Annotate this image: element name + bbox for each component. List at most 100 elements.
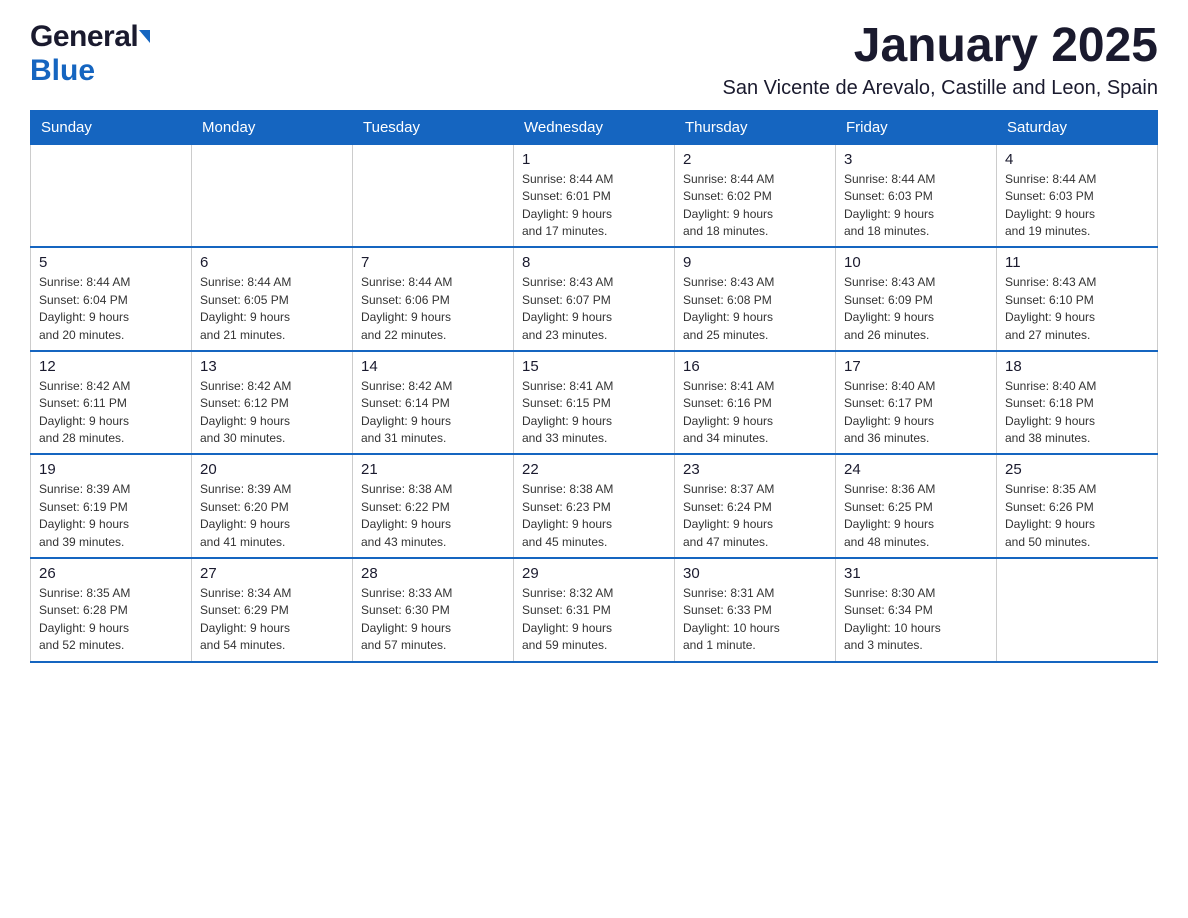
calendar-cell-w2-d7: 11Sunrise: 8:43 AMSunset: 6:10 PMDayligh… bbox=[997, 247, 1158, 351]
day-number: 11 bbox=[1005, 254, 1149, 271]
day-number: 9 bbox=[683, 254, 827, 271]
header-tuesday: Tuesday bbox=[353, 110, 514, 144]
day-info: Sunrise: 8:38 AMSunset: 6:22 PMDaylight:… bbox=[361, 481, 505, 551]
calendar-cell-w4-d1: 19 Sunrise: 8:39 AMSunset: 6:19 PMDayligh… bbox=[31, 454, 192, 558]
header-monday: Monday bbox=[192, 110, 353, 144]
day-number: 5 bbox=[39, 254, 183, 271]
day-number: 27 bbox=[200, 565, 344, 582]
day-info: Sunrise: 8:37 AMSunset: 6:24 PMDaylight:… bbox=[683, 481, 827, 551]
header-friday: Friday bbox=[836, 110, 997, 144]
calendar-cell-w5-d6: 31 Sunrise: 8:30 AMSunset: 6:34 PMDayligh… bbox=[836, 558, 997, 662]
day-number: 20 bbox=[200, 461, 344, 478]
calendar-cell-w2-d1: 5 Sunrise: 8:44 AMSunset: 6:04 PMDaylight… bbox=[31, 247, 192, 351]
day-info: Sunrise: 8:40 AMSunset: 6:18 PMDaylight:… bbox=[1005, 378, 1149, 448]
day-number: 6 bbox=[200, 254, 344, 271]
calendar-cell-w2-d3: 7 Sunrise: 8:44 AMSunset: 6:06 PMDaylight… bbox=[353, 247, 514, 351]
calendar-cell-w5-d2: 27 Sunrise: 8:34 AMSunset: 6:29 PMDayligh… bbox=[192, 558, 353, 662]
day-info: Sunrise: 8:38 AMSunset: 6:23 PMDaylight:… bbox=[522, 481, 666, 551]
day-number: 14 bbox=[361, 358, 505, 375]
day-info: Sunrise: 8:43 AMSunset: 6:07 PMDaylight:… bbox=[522, 274, 666, 344]
day-number: 12 bbox=[39, 358, 183, 375]
week-row-4: 19 Sunrise: 8:39 AMSunset: 6:19 PMDayligh… bbox=[31, 454, 1158, 558]
logo-blue-text: Blue bbox=[30, 54, 95, 88]
header-saturday: Saturday bbox=[997, 110, 1158, 144]
day-number: 31 bbox=[844, 565, 988, 582]
calendar-cell-w1-d3 bbox=[353, 144, 514, 247]
day-info: Sunrise: 8:42 AMSunset: 6:11 PMDaylight:… bbox=[39, 378, 183, 448]
day-info: Sunrise: 8:44 AMSunset: 6:01 PMDaylight:… bbox=[522, 171, 666, 241]
logo: General Blue bbox=[30, 20, 150, 88]
day-number: 18 bbox=[1005, 358, 1149, 375]
week-row-3: 12 Sunrise: 8:42 AMSunset: 6:11 PMDayligh… bbox=[31, 351, 1158, 455]
day-number: 25 bbox=[1005, 461, 1149, 478]
day-info: Sunrise: 8:40 AMSunset: 6:17 PMDaylight:… bbox=[844, 378, 988, 448]
day-info: Sunrise: 8:43 AMSunset: 6:08 PMDaylight:… bbox=[683, 274, 827, 344]
day-info: Sunrise: 8:44 AMSunset: 6:03 PMDaylight:… bbox=[1005, 171, 1149, 241]
day-number: 23 bbox=[683, 461, 827, 478]
calendar-cell-w1-d1 bbox=[31, 144, 192, 247]
calendar-cell-w2-d2: 6 Sunrise: 8:44 AMSunset: 6:05 PMDaylight… bbox=[192, 247, 353, 351]
day-info: Sunrise: 8:44 AMSunset: 6:06 PMDaylight:… bbox=[361, 274, 505, 344]
month-title: January 2025 bbox=[723, 20, 1159, 73]
calendar-cell-w5-d5: 30 Sunrise: 8:31 AMSunset: 6:33 PMDayligh… bbox=[675, 558, 836, 662]
week-row-2: 5 Sunrise: 8:44 AMSunset: 6:04 PMDaylight… bbox=[31, 247, 1158, 351]
day-info: Sunrise: 8:42 AMSunset: 6:14 PMDaylight:… bbox=[361, 378, 505, 448]
calendar-cell-w5-d4: 29 Sunrise: 8:32 AMSunset: 6:31 PMDayligh… bbox=[514, 558, 675, 662]
day-number: 13 bbox=[200, 358, 344, 375]
calendar-header: SundayMondayTuesdayWednesdayThursdayFrid… bbox=[31, 110, 1158, 144]
calendar-cell-w5-d1: 26 Sunrise: 8:35 AMSunset: 6:28 PMDayligh… bbox=[31, 558, 192, 662]
logo-arrow-icon bbox=[139, 30, 150, 43]
calendar-cell-w1-d5: 2 Sunrise: 8:44 AMSunset: 6:02 PMDaylight… bbox=[675, 144, 836, 247]
calendar-cell-w3-d5: 16 Sunrise: 8:41 AMSunset: 6:16 PMDayligh… bbox=[675, 351, 836, 455]
day-info: Sunrise: 8:43 AMSunset: 6:09 PMDaylight:… bbox=[844, 274, 988, 344]
calendar-cell-w1-d4: 1 Sunrise: 8:44 AMSunset: 6:01 PMDaylight… bbox=[514, 144, 675, 247]
day-info: Sunrise: 8:39 AMSunset: 6:19 PMDaylight:… bbox=[39, 481, 183, 551]
day-number: 22 bbox=[522, 461, 666, 478]
day-number: 7 bbox=[361, 254, 505, 271]
day-number: 10 bbox=[844, 254, 988, 271]
day-info: Sunrise: 8:44 AMSunset: 6:02 PMDaylight:… bbox=[683, 171, 827, 241]
week-row-5: 26 Sunrise: 8:35 AMSunset: 6:28 PMDayligh… bbox=[31, 558, 1158, 662]
day-info: Sunrise: 8:32 AMSunset: 6:31 PMDaylight:… bbox=[522, 585, 666, 655]
page-header: General Blue January 2025 San Vicente de… bbox=[30, 20, 1158, 100]
calendar-cell-w3-d2: 13 Sunrise: 8:42 AMSunset: 6:12 PMDayligh… bbox=[192, 351, 353, 455]
day-number: 19 bbox=[39, 461, 183, 478]
calendar-cell-w2-d6: 10 Sunrise: 8:43 AMSunset: 6:09 PMDayligh… bbox=[836, 247, 997, 351]
logo-general-text: General bbox=[30, 20, 138, 54]
day-number: 30 bbox=[683, 565, 827, 582]
day-number: 1 bbox=[522, 151, 666, 168]
calendar-cell-w4-d5: 23 Sunrise: 8:37 AMSunset: 6:24 PMDayligh… bbox=[675, 454, 836, 558]
calendar-cell-w4-d2: 20 Sunrise: 8:39 AMSunset: 6:20 PMDayligh… bbox=[192, 454, 353, 558]
day-info: Sunrise: 8:35 AMSunset: 6:26 PMDaylight:… bbox=[1005, 481, 1149, 551]
title-area: January 2025 San Vicente de Arevalo, Cas… bbox=[723, 20, 1159, 100]
day-number: 28 bbox=[361, 565, 505, 582]
day-info: Sunrise: 8:41 AMSunset: 6:15 PMDaylight:… bbox=[522, 378, 666, 448]
calendar-body: 1 Sunrise: 8:44 AMSunset: 6:01 PMDaylight… bbox=[31, 144, 1158, 661]
day-number: 2 bbox=[683, 151, 827, 168]
calendar-cell-w2-d4: 8Sunrise: 8:43 AMSunset: 6:07 PMDaylight… bbox=[514, 247, 675, 351]
day-number: 29 bbox=[522, 565, 666, 582]
day-info: Sunrise: 8:42 AMSunset: 6:12 PMDaylight:… bbox=[200, 378, 344, 448]
day-number: 3 bbox=[844, 151, 988, 168]
calendar-cell-w2-d5: 9 Sunrise: 8:43 AMSunset: 6:08 PMDaylight… bbox=[675, 247, 836, 351]
day-info: Sunrise: 8:30 AMSunset: 6:34 PMDaylight:… bbox=[844, 585, 988, 655]
day-number: 16 bbox=[683, 358, 827, 375]
day-info: Sunrise: 8:39 AMSunset: 6:20 PMDaylight:… bbox=[200, 481, 344, 551]
day-number: 24 bbox=[844, 461, 988, 478]
calendar-cell-w3-d1: 12 Sunrise: 8:42 AMSunset: 6:11 PMDayligh… bbox=[31, 351, 192, 455]
day-info: Sunrise: 8:35 AMSunset: 6:28 PMDaylight:… bbox=[39, 585, 183, 655]
calendar-header-row: SundayMondayTuesdayWednesdayThursdayFrid… bbox=[31, 110, 1158, 144]
day-info: Sunrise: 8:41 AMSunset: 6:16 PMDaylight:… bbox=[683, 378, 827, 448]
day-info: Sunrise: 8:34 AMSunset: 6:29 PMDaylight:… bbox=[200, 585, 344, 655]
day-info: Sunrise: 8:44 AMSunset: 6:05 PMDaylight:… bbox=[200, 274, 344, 344]
day-info: Sunrise: 8:31 AMSunset: 6:33 PMDaylight:… bbox=[683, 585, 827, 655]
day-number: 17 bbox=[844, 358, 988, 375]
header-wednesday: Wednesday bbox=[514, 110, 675, 144]
day-info: Sunrise: 8:44 AMSunset: 6:04 PMDaylight:… bbox=[39, 274, 183, 344]
day-number: 26 bbox=[39, 565, 183, 582]
calendar-cell-w4-d3: 21Sunrise: 8:38 AMSunset: 6:22 PMDayligh… bbox=[353, 454, 514, 558]
calendar-cell-w3-d6: 17 Sunrise: 8:40 AMSunset: 6:17 PMDayligh… bbox=[836, 351, 997, 455]
day-number: 15 bbox=[522, 358, 666, 375]
calendar-cell-w1-d2 bbox=[192, 144, 353, 247]
calendar-cell-w3-d4: 15 Sunrise: 8:41 AMSunset: 6:15 PMDayligh… bbox=[514, 351, 675, 455]
